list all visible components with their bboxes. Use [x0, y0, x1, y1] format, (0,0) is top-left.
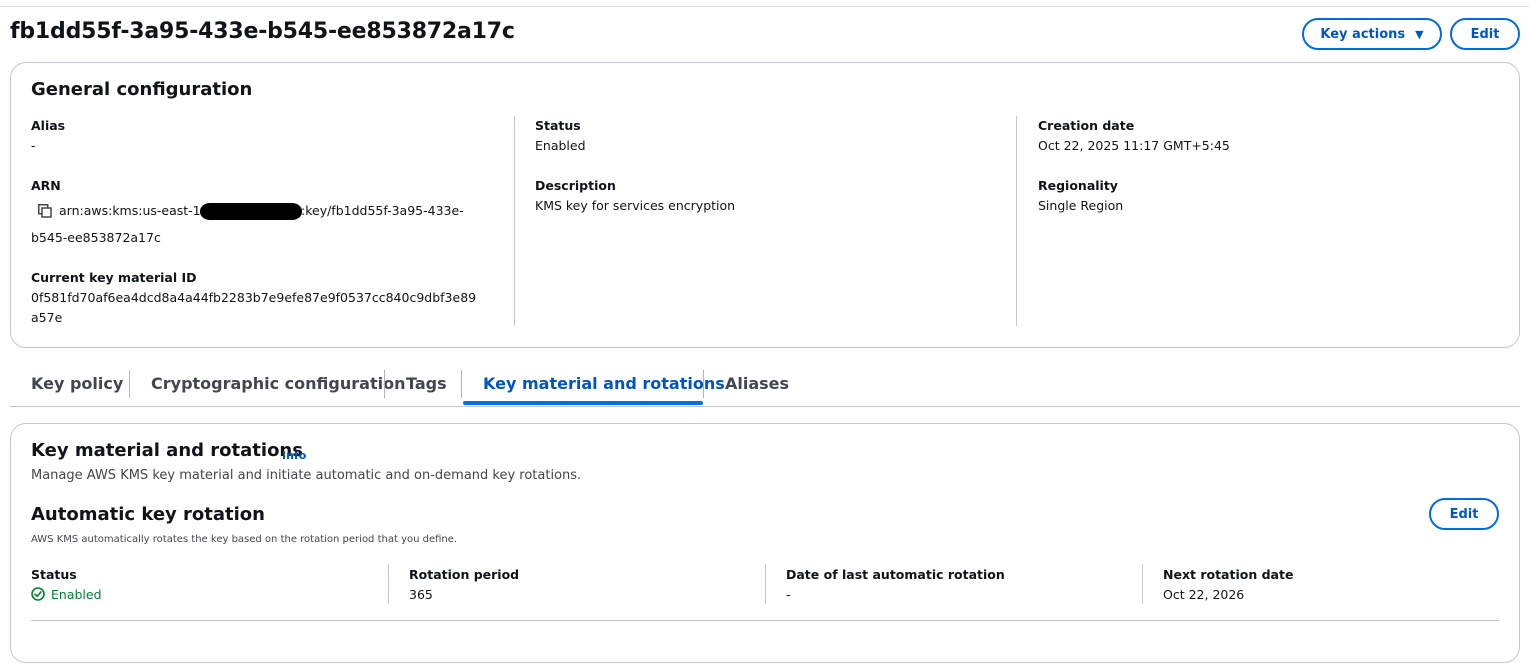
- rotation-status-label: Status: [31, 567, 77, 582]
- top-divider: [0, 6, 1529, 7]
- status-label: Status: [535, 118, 581, 133]
- column-divider: [1142, 564, 1143, 604]
- regionality-label: Regionality: [1038, 178, 1118, 193]
- arn-suffix: :key/fb1dd55f-3a95-433e-: [301, 203, 464, 218]
- info-link[interactable]: Info: [282, 449, 306, 462]
- active-tab-indicator: [463, 401, 703, 405]
- tab-aliases[interactable]: Aliases: [725, 374, 789, 393]
- edit-key-button[interactable]: Edit: [1450, 18, 1520, 50]
- copy-icon[interactable]: [38, 204, 52, 218]
- caret-down-icon: ▼: [1415, 27, 1424, 41]
- tab-tags[interactable]: Tags: [406, 374, 447, 393]
- arn-label: ARN: [31, 178, 61, 193]
- description-value: KMS key for services encryption: [535, 198, 736, 213]
- last-rotation-value: -: [786, 587, 791, 602]
- rotation-period-value: 365: [409, 587, 433, 602]
- tab-separator: [129, 370, 130, 398]
- general-configuration-title: General configuration: [31, 79, 253, 100]
- key-material-id-line1: 0f581fd70af6ea4dcd8a4a44fb2283b7e9efe87e…: [31, 290, 477, 305]
- key-actions-button[interactable]: Key actions ▼: [1302, 18, 1442, 50]
- arn-line2: b545-ee853872a17c: [31, 230, 161, 245]
- page-title: fb1dd55f-3a95-433e-b545-ee853872a17c: [10, 19, 515, 44]
- arn-redaction: [200, 203, 302, 220]
- column-divider: [514, 116, 515, 326]
- section-divider: [31, 620, 1499, 621]
- column-divider: [765, 564, 766, 604]
- next-rotation-label: Next rotation date: [1163, 567, 1294, 582]
- tab-key-policy[interactable]: Key policy: [31, 374, 123, 393]
- automatic-key-rotation-title: Automatic key rotation: [31, 504, 265, 525]
- key-material-rotations-title: Key material and rotations: [31, 440, 303, 461]
- creation-date-label: Creation date: [1038, 118, 1135, 133]
- edit-rotation-button[interactable]: Edit: [1429, 498, 1499, 530]
- arn-prefix: arn:aws:kms:us-east-1: [59, 203, 201, 218]
- status-value: Enabled: [535, 138, 586, 153]
- key-material-rotations-description: Manage AWS KMS key material and initiate…: [31, 468, 582, 483]
- alias-label: Alias: [31, 118, 66, 133]
- key-material-id-label: Current key material ID: [31, 270, 197, 285]
- tab-key-material-and-rotations[interactable]: Key material and rotations: [483, 374, 725, 393]
- rotation-status-value: Enabled: [51, 587, 102, 602]
- regionality-value: Single Region: [1038, 198, 1124, 213]
- key-actions-label: Key actions: [1320, 26, 1406, 42]
- next-rotation-value: Oct 22, 2026: [1163, 587, 1245, 602]
- tab-separator: [461, 370, 462, 398]
- tab-separator: [703, 370, 704, 398]
- column-divider: [388, 564, 389, 604]
- description-label: Description: [535, 178, 616, 193]
- alias-value: -: [31, 138, 36, 153]
- rotation-period-label: Rotation period: [409, 567, 520, 582]
- key-material-id-line2: a57e: [31, 310, 63, 325]
- status-ok-icon: [31, 587, 45, 601]
- tab-cryptographic-configuration[interactable]: Cryptographic configuration: [151, 374, 405, 393]
- tab-bar-divider: [10, 406, 1520, 407]
- last-rotation-label: Date of last automatic rotation: [786, 567, 1005, 582]
- tab-separator: [384, 370, 385, 398]
- automatic-key-rotation-description: AWS KMS automatically rotates the key ba…: [31, 534, 458, 545]
- creation-date-value: Oct 22, 2025 11:17 GMT+5:45: [1038, 138, 1230, 153]
- column-divider: [1016, 116, 1017, 326]
